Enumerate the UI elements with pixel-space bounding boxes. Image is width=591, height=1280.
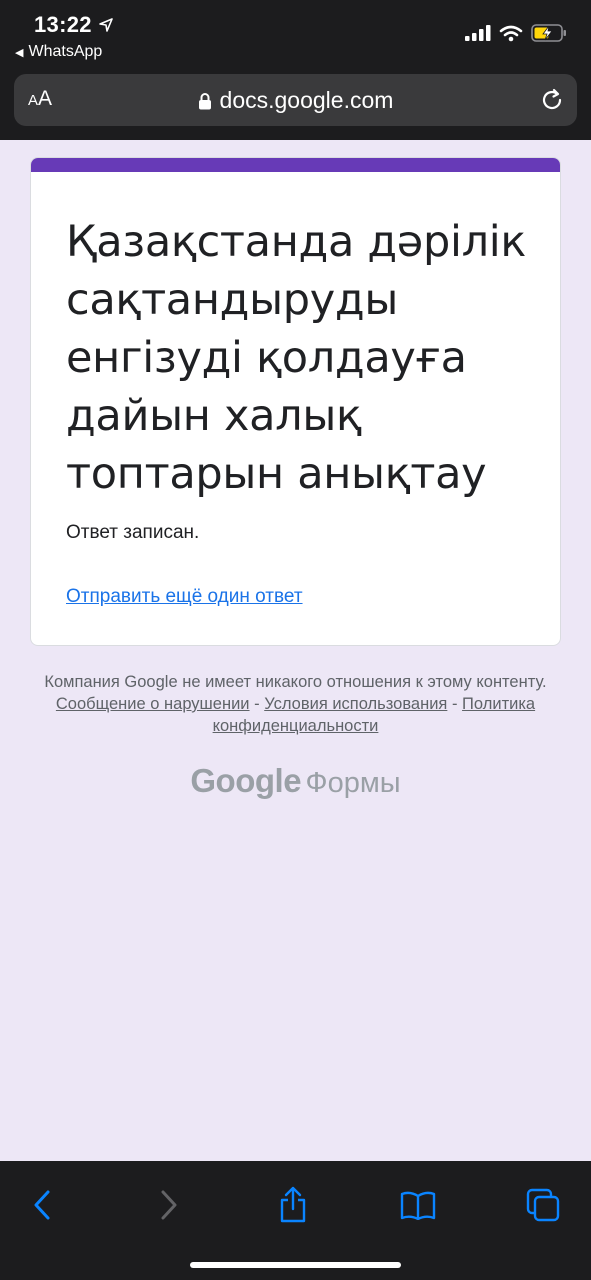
battery-charging-icon [531, 24, 566, 42]
bookmarks-button[interactable] [396, 1183, 440, 1227]
back-to-app-button[interactable]: ◀ WhatsApp [15, 43, 102, 61]
back-icon [34, 1190, 50, 1220]
back-triangle-icon: ◀ [15, 46, 24, 59]
forward-icon [161, 1190, 177, 1220]
lock-icon [198, 92, 211, 109]
form-card: Қазақстанда дәрілік сақтандыруды енгізуд… [30, 157, 561, 646]
brand-forms: Формы [305, 767, 401, 799]
back-app-label: WhatsApp [28, 43, 103, 60]
status-time: 13:22 [34, 12, 114, 38]
url-text: docs.google.com [219, 87, 394, 113]
reload-icon[interactable] [539, 87, 565, 113]
separator: - [254, 695, 260, 713]
tabs-button[interactable] [521, 1183, 565, 1227]
brand-google: Google [190, 762, 302, 799]
back-button[interactable] [20, 1183, 64, 1227]
share-icon [280, 1186, 306, 1223]
response-recorded-message: Ответ записан. [66, 522, 200, 543]
home-indicator[interactable] [190, 1262, 401, 1268]
status-indicators [465, 24, 567, 42]
share-button[interactable] [271, 1183, 315, 1227]
location-arrow-icon [98, 18, 113, 32]
forward-button[interactable] [147, 1183, 191, 1227]
submit-another-response-link[interactable]: Отправить ещё один ответ [66, 586, 303, 608]
cellular-signal-icon [465, 25, 491, 41]
address-bar[interactable]: AA docs.google.com [14, 74, 577, 126]
disclaimer-text: Компания Google не имеет никакого отноше… [44, 673, 547, 691]
report-abuse-link[interactable]: Сообщение о нарушении [56, 695, 250, 713]
footer-disclaimer: Компания Google не имеет никакого отноше… [40, 671, 551, 737]
bookmarks-icon [400, 1191, 436, 1220]
url-display[interactable]: docs.google.com [14, 87, 577, 114]
browser-top-chrome: 13:22 ◀ WhatsApp AA docs.google.com [0, 0, 591, 140]
google-forms-logo[interactable]: Google Формы [0, 762, 591, 800]
status-time-text: 13:22 [34, 12, 92, 37]
form-title: Қазақстанда дәрілік сақтандыруды енгізуд… [66, 217, 527, 499]
tabs-icon [526, 1188, 560, 1222]
terms-link[interactable]: Условия использования [264, 695, 447, 713]
form-accent-bar [31, 158, 560, 172]
separator: - [451, 695, 458, 713]
wifi-icon [499, 25, 523, 41]
